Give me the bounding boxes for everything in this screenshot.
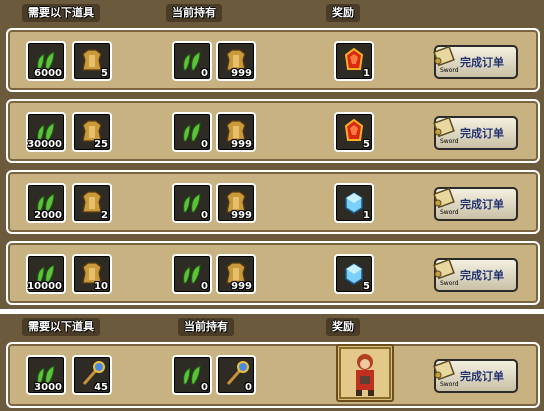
complete-order-label: 完成订单 (460, 56, 504, 69)
armor-qty: 10 (94, 281, 108, 292)
header-current: 当前持有 (166, 4, 222, 22)
armor-slot-owned[interactable]: 999 (216, 183, 256, 223)
header-reward: 奖励 (326, 4, 360, 22)
herb-slot-owned[interactable]: 0 (172, 254, 212, 294)
herb-slot[interactable]: 3000 (26, 355, 66, 395)
armor-qty: 2 (101, 210, 108, 221)
reward-slot[interactable]: 1 (334, 183, 374, 223)
staff-owned-qty: 0 (245, 382, 252, 393)
herb-qty: 3000 (34, 382, 62, 393)
armor-owned-qty: 999 (231, 68, 252, 79)
reward-qty: 1 (363, 210, 370, 221)
header-required: 需要以下道具 (22, 318, 100, 336)
hero-portrait-icon (339, 347, 391, 399)
scroll-icon (433, 45, 455, 67)
orders-panel-2: 需要以下道具 当前持有 奖励 3000 45 0 0 完成订单 Sword (0, 314, 544, 411)
staff-slot-owned[interactable]: 0 (216, 355, 256, 395)
hero-portrait[interactable] (336, 344, 394, 402)
sword-label: Sword (440, 381, 459, 388)
order-row: 6000 5 0 999 1 完成订单 Sword (6, 28, 540, 92)
herb-owned-qty: 0 (201, 139, 208, 150)
reward-qty: 1 (363, 68, 370, 79)
herb-slot[interactable]: 2000 (26, 183, 66, 223)
staff-qty: 45 (94, 382, 108, 393)
herb-slot-owned[interactable]: 0 (172, 41, 212, 81)
sword-label: Sword (440, 209, 459, 216)
armor-owned-qty: 999 (231, 210, 252, 221)
herb-slot[interactable]: 10000 (26, 254, 66, 294)
herb-owned-qty: 0 (201, 382, 208, 393)
complete-order-button[interactable]: 完成订单 Sword (433, 116, 518, 150)
header-required: 需要以下道具 (22, 4, 100, 22)
scroll-icon (433, 258, 455, 280)
complete-order-button[interactable]: 完成订单 Sword (433, 258, 518, 292)
herb-qty: 2000 (34, 210, 62, 221)
armor-qty: 5 (101, 68, 108, 79)
armor-owned-qty: 999 (231, 139, 252, 150)
armor-owned-qty: 999 (231, 281, 252, 292)
herb-slot-owned[interactable]: 0 (172, 355, 212, 395)
complete-order-button[interactable]: 完成订单 Sword (433, 359, 518, 393)
complete-order-label: 完成订单 (460, 269, 504, 282)
order-row: 30000 25 0 999 5 完成订单 Sword (6, 99, 540, 163)
scroll-icon (433, 187, 455, 209)
complete-order-label: 完成订单 (460, 127, 504, 140)
armor-qty: 25 (94, 139, 108, 150)
herb-qty: 10000 (27, 281, 62, 292)
order-row: 3000 45 0 0 完成订单 Sword (6, 342, 540, 408)
scroll-icon (433, 116, 455, 138)
complete-order-button[interactable]: 完成订单 Sword (433, 187, 518, 221)
herb-owned-qty: 0 (201, 210, 208, 221)
herb-slot-owned[interactable]: 0 (172, 112, 212, 152)
armor-slot[interactable]: 2 (72, 183, 112, 223)
sword-label: Sword (440, 138, 459, 145)
scroll-icon (433, 359, 455, 381)
reward-slot[interactable]: 5 (334, 254, 374, 294)
herb-slot[interactable]: 30000 (26, 112, 66, 152)
herb-slot-owned[interactable]: 0 (172, 183, 212, 223)
reward-qty: 5 (363, 281, 370, 292)
armor-slot-owned[interactable]: 999 (216, 112, 256, 152)
herb-qty: 30000 (27, 139, 62, 150)
order-row: 10000 10 0 999 5 完成订单 Sword (6, 241, 540, 305)
orders-panel: 需要以下道具 当前持有 奖励 6000 5 0 999 1 完成订单 Sword (0, 0, 544, 309)
header-current: 当前持有 (178, 318, 234, 336)
complete-order-label: 完成订单 (460, 198, 504, 211)
sword-label: Sword (440, 67, 459, 74)
complete-order-button[interactable]: 完成订单 Sword (433, 45, 518, 79)
order-row: 2000 2 0 999 1 完成订单 Sword (6, 170, 540, 234)
herb-slot[interactable]: 6000 (26, 41, 66, 81)
header-reward: 奖励 (326, 318, 360, 336)
armor-slot[interactable]: 5 (72, 41, 112, 81)
herb-qty: 6000 (34, 68, 62, 79)
complete-order-label: 完成订单 (460, 370, 504, 383)
herb-owned-qty: 0 (201, 68, 208, 79)
reward-qty: 5 (363, 139, 370, 150)
reward-slot[interactable]: 1 (334, 41, 374, 81)
staff-slot[interactable]: 45 (72, 355, 112, 395)
reward-slot[interactable]: 5 (334, 112, 374, 152)
armor-slot-owned[interactable]: 999 (216, 41, 256, 81)
armor-slot[interactable]: 25 (72, 112, 112, 152)
sword-label: Sword (440, 280, 459, 287)
armor-slot[interactable]: 10 (72, 254, 112, 294)
armor-slot-owned[interactable]: 999 (216, 254, 256, 294)
herb-owned-qty: 0 (201, 281, 208, 292)
